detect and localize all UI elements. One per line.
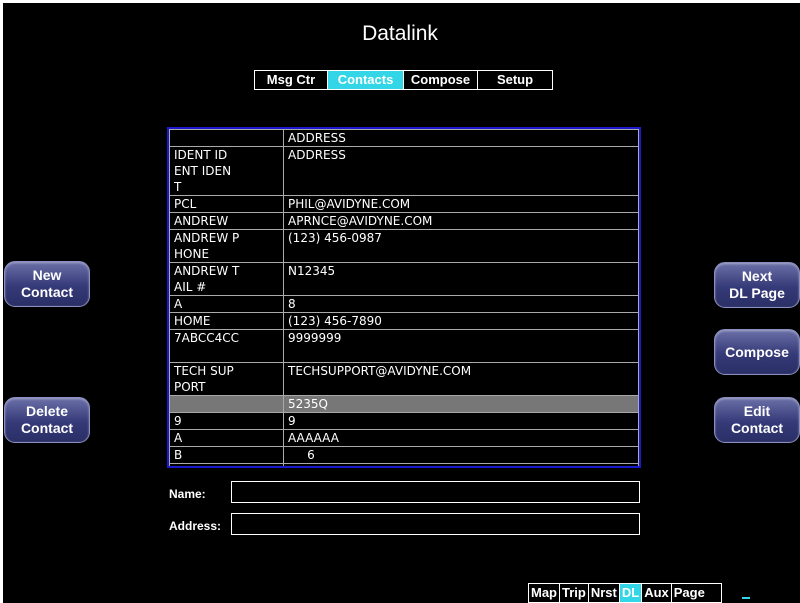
- header-address-cell: ADDRESS: [283, 129, 639, 147]
- delete-contact-button[interactable]: Delete Contact: [4, 397, 90, 443]
- contact-address-cell: 5235Q: [283, 395, 639, 413]
- tab-msg-ctr[interactable]: Msg Ctr: [254, 70, 328, 90]
- tab-map[interactable]: Map: [528, 583, 560, 603]
- table-row[interactable]: ANDREW APRNCE@AVIDYNE.COM: [169, 212, 639, 230]
- table-row[interactable]: ANDREW P HONE (123) 456-0987: [169, 229, 639, 263]
- contact-address-cell: 9: [283, 412, 639, 430]
- contact-ident-cell: HOME: [169, 312, 284, 330]
- tab-aux[interactable]: Aux: [641, 583, 672, 603]
- name-label: Name:: [169, 487, 206, 501]
- table-row[interactable]: A8: [169, 295, 639, 313]
- contact-ident-cell: 7ABCC4CC: [169, 329, 284, 363]
- table-row[interactable]: 5235Q: [169, 395, 639, 413]
- address-field[interactable]: [231, 513, 640, 535]
- new-contact-button[interactable]: New Contact: [4, 261, 90, 307]
- contact-ident-cell: PCL: [169, 195, 284, 213]
- tab-contacts[interactable]: Contacts: [327, 70, 404, 90]
- tab-page[interactable]: Page: [670, 583, 722, 603]
- table-row[interactable]: A AAAAAA: [169, 429, 639, 447]
- tab-trip[interactable]: Trip: [559, 583, 589, 603]
- table-header-row: ADDRESS: [169, 129, 639, 147]
- table-row[interactable]: PCL PHIL@AVIDYNE.COM: [169, 195, 639, 213]
- table-row[interactable]: ANDREW T AIL # N12345: [169, 262, 639, 296]
- contact-address-cell: N12345: [283, 262, 639, 296]
- table-row[interactable]: HOME (123) 456-7890: [169, 312, 639, 330]
- table-row[interactable]: B 6: [169, 446, 639, 464]
- top-tab-bar: Msg Ctr Contacts Compose Setup: [254, 70, 553, 90]
- contact-ident-cell: ANDREW P HONE: [169, 229, 284, 263]
- page-cursor: [742, 597, 750, 599]
- contact-address-cell: 9999999: [283, 329, 639, 363]
- tab-dl[interactable]: DL: [618, 583, 643, 603]
- contact-ident-cell: A: [169, 295, 284, 313]
- contact-ident-cell: ANDREW: [169, 212, 284, 230]
- address-label: Address:: [169, 519, 222, 533]
- contact-address-cell: PHIL@AVIDYNE.COM: [283, 195, 639, 213]
- contact-ident-cell: 9: [169, 412, 284, 430]
- contact-ident-cell: B: [169, 446, 284, 464]
- contact-address-cell: 6: [283, 446, 639, 464]
- table-row[interactable]: 99: [169, 412, 639, 430]
- contact-ident-cell: A: [169, 429, 284, 447]
- contact-address-cell: 8: [283, 295, 639, 313]
- contact-address-cell: (123) 456-7890: [283, 312, 639, 330]
- table-row[interactable]: IDENT ID ENT IDEN T ADDRESS: [169, 146, 639, 196]
- contacts-table: ADDRESS IDENT ID ENT IDEN T ADDRESS PCL PHI…: [167, 127, 641, 468]
- page-title: Datalink: [362, 22, 438, 45]
- contact-address-cell: (123) 456-0987: [283, 229, 639, 263]
- contact-address-cell: ADDRESS: [283, 146, 639, 196]
- tab-setup[interactable]: Setup: [477, 70, 553, 90]
- contact-ident-cell: TECH SUP PORT: [169, 362, 284, 396]
- edit-contact-button[interactable]: Edit Contact: [714, 397, 800, 443]
- tab-nrst[interactable]: Nrst: [587, 583, 620, 603]
- contact-address-cell: MGESSNER@AVIDYNE.COM: [283, 463, 639, 466]
- name-field[interactable]: [231, 481, 640, 503]
- contact-ident-cell: MATT GE: [169, 463, 284, 466]
- tab-compose[interactable]: Compose: [403, 70, 478, 90]
- table-row[interactable]: 7ABCC4CC 9999999: [169, 329, 639, 363]
- table-row[interactable]: MATT GEMGESSNER@AVIDYNE.COM: [169, 463, 639, 466]
- contact-address-cell: AAAAAA: [283, 429, 639, 447]
- header-ident-cell: [169, 129, 284, 147]
- contact-address-cell: APRNCE@AVIDYNE.COM: [283, 212, 639, 230]
- contact-ident-cell: [169, 395, 284, 413]
- next-dl-page-button[interactable]: Next DL Page: [714, 262, 800, 308]
- contact-address-cell: TECHSUPPORT@AVIDYNE.COM: [283, 362, 639, 396]
- contact-ident-cell: IDENT ID ENT IDEN T: [169, 146, 284, 196]
- contact-ident-cell: ANDREW T AIL #: [169, 262, 284, 296]
- table-row[interactable]: TECH SUP PORT TECHSUPPORT@AVIDYNE.COM: [169, 362, 639, 396]
- compose-button[interactable]: Compose: [714, 329, 800, 375]
- bottom-tab-bar: Map Trip Nrst DL Aux Page: [528, 583, 722, 603]
